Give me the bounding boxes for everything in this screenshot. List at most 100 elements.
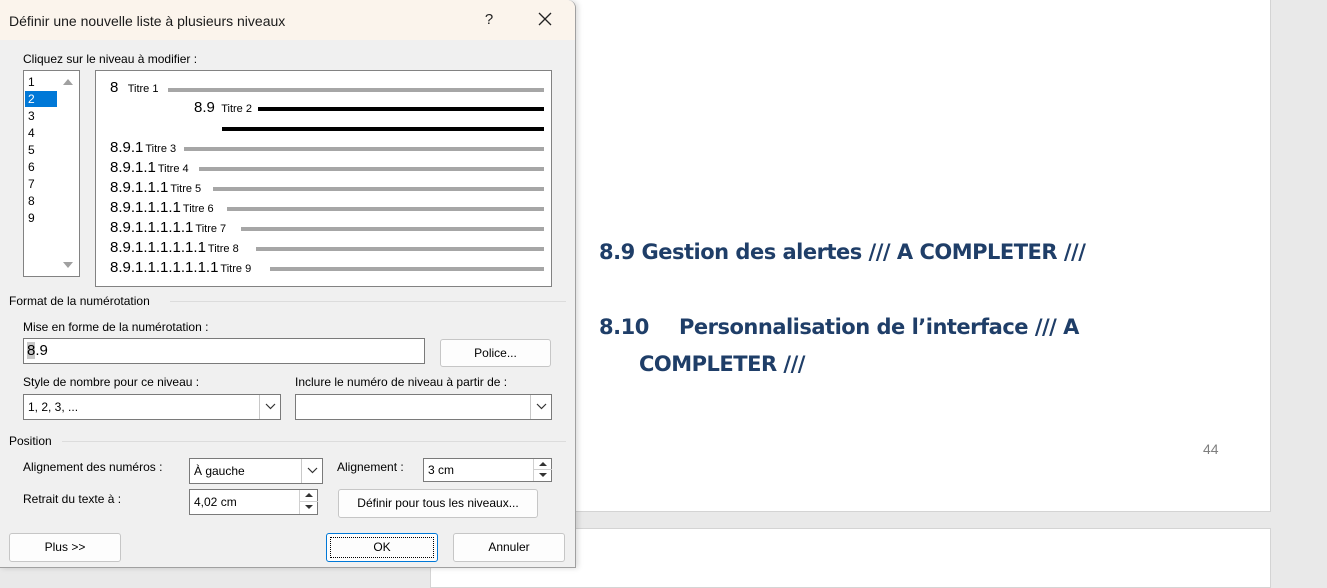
cancel-button[interactable]: Annuler: [453, 533, 565, 562]
preview-style-name: Titre 5: [170, 183, 202, 195]
include-level-select[interactable]: [295, 394, 552, 420]
include-level-label: Inclure le numéro de niveau à partir de …: [295, 375, 508, 389]
preview-row-4: 8.9.1.1 Titre 4: [110, 159, 189, 176]
heading-gestion-alertes[interactable]: 8.9 Gestion des alertes /// A COMPLETER …: [599, 240, 1086, 264]
chevron-down-icon: [536, 403, 547, 410]
preview-line: [199, 167, 544, 171]
scroll-up-arrow-icon[interactable]: [63, 79, 73, 85]
preview-style-name: Titre 7: [195, 223, 227, 235]
number-style-label: Style de nombre pour ce niveau :: [23, 375, 200, 389]
page-number: 44: [1203, 441, 1219, 457]
level-item-8[interactable]: 8: [25, 193, 58, 209]
text-indent-value: 4,02 cm: [194, 495, 237, 509]
number-alignment-select[interactable]: À gauche: [189, 458, 323, 484]
preview-style-name: Titre 6: [182, 203, 214, 215]
position-section-title: Position: [9, 434, 52, 448]
level-item-3[interactable]: 3: [25, 108, 58, 124]
preview-row-2: 8.9 Titre 2: [194, 99, 252, 116]
preview-number: 8.9.1.1.1.1.1: [110, 219, 194, 236]
preview-number: 8.9: [194, 99, 215, 116]
level-item-2[interactable]: 2: [25, 91, 58, 107]
level-item-5[interactable]: 5: [25, 142, 58, 158]
preview-row-3: 8.9.1 Titre 3: [110, 139, 176, 156]
preview-row-8: 8.9.1.1.1.1.1.1 Titre 8: [110, 239, 239, 256]
font-button[interactable]: Police...: [440, 339, 551, 367]
number-alignment-value: À gauche: [194, 464, 245, 478]
preview-number: 8.9.1.1.1.1.1.1.1: [110, 259, 219, 276]
preview-row-5: 8.9.1.1.1 Titre 5: [110, 179, 201, 196]
number-format-input[interactable]: 8.9: [23, 338, 425, 364]
preview-line-selected: [258, 107, 544, 111]
preview-number: 8.9.1.1.1.1.1.1: [110, 239, 206, 256]
level-item-1[interactable]: 1: [25, 74, 58, 90]
alignment-label: Alignement :: [337, 460, 404, 474]
spin-up-icon[interactable]: [534, 459, 552, 470]
chevron-down-icon: [265, 403, 276, 410]
preview-number: 8.9.1.1: [110, 159, 156, 176]
format-section-title: Format de la numérotation: [9, 294, 150, 308]
more-button[interactable]: Plus >>: [9, 533, 121, 562]
alignment-spinner-buttons: [533, 459, 552, 481]
level-item-6[interactable]: 6: [25, 159, 58, 175]
ok-button[interactable]: OK: [326, 533, 438, 562]
chevron-down-icon: [307, 467, 318, 474]
text-indent-spinner-buttons: [299, 490, 318, 514]
spin-down-icon[interactable]: [534, 470, 552, 481]
text-indent-label: Retrait du texte à :: [23, 492, 122, 506]
preview-line: [270, 267, 544, 271]
scroll-down-arrow-icon[interactable]: [63, 262, 73, 268]
number-style-dropdown[interactable]: [259, 395, 280, 419]
preview-line: [184, 147, 544, 151]
preview-line-selected: [222, 127, 544, 131]
close-icon: [538, 12, 552, 26]
preview-style-name: Titre 4: [157, 163, 189, 175]
spin-down-icon[interactable]: [300, 502, 318, 514]
level-item-7[interactable]: 7: [25, 176, 58, 192]
preview-style-name: Titre 2: [221, 103, 252, 115]
help-button[interactable]: ?: [478, 8, 500, 32]
preview-number: 8: [110, 79, 119, 96]
multilevel-list-dialog: Définir une nouvelle liste à plusieurs n…: [0, 0, 576, 568]
level-prompt-label: Cliquez sur le niveau à modifier :: [23, 52, 198, 66]
dialog-title: Définir une nouvelle liste à plusieurs n…: [9, 13, 286, 29]
alignment-value: 3 cm: [428, 463, 455, 477]
level-list-scrollbar[interactable]: [57, 71, 79, 276]
number-format-text: .9: [35, 342, 48, 359]
format-label: Mise en forme de la numérotation :: [23, 320, 209, 334]
dialog-titlebar[interactable]: Définir une nouvelle liste à plusieurs n…: [0, 0, 575, 40]
preview-style-name: Titre 8: [207, 243, 239, 255]
text-indent-spinner[interactable]: 4,02 cm: [189, 489, 318, 515]
heading-number[interactable]: 8.10: [599, 315, 649, 339]
spin-up-icon[interactable]: [300, 490, 318, 502]
preview-line: [256, 247, 544, 251]
preview-row-1: 8 Titre 1: [110, 79, 158, 96]
alignment-spinner[interactable]: 3 cm: [423, 458, 552, 482]
preview-style-name: Titre 9: [220, 263, 252, 275]
preview-row-6: 8.9.1.1.1.1 Titre 6: [110, 199, 214, 216]
preview-line: [241, 227, 544, 231]
number-style-value: 1, 2, 3, ...: [28, 400, 79, 414]
preview-line: [227, 207, 544, 211]
number-alignment-dropdown[interactable]: [301, 459, 322, 483]
preview-row-9: 8.9.1.1.1.1.1.1.1 Titre 9: [110, 259, 251, 276]
section-divider: [62, 441, 566, 442]
preview-line: [213, 187, 544, 191]
level-preview: 8 Titre 1 8.9 Titre 2 8.9.1 Titre 3 8.9.1…: [95, 70, 552, 287]
heading-personnalisation[interactable]: Personnalisation de l’interface /// A: [679, 315, 1079, 339]
number-style-select[interactable]: 1, 2, 3, ...: [23, 394, 281, 420]
preview-style-name: Titre 3: [145, 143, 177, 155]
ok-button-label: OK: [373, 540, 391, 554]
section-divider: [170, 301, 566, 302]
preview-number: 8.9.1.1.1.1: [110, 199, 181, 216]
set-all-levels-button[interactable]: Définir pour tous les niveaux...: [338, 489, 538, 518]
preview-number: 8.9.1.1.1: [110, 179, 169, 196]
heading-personnalisation-continued[interactable]: COMPLETER ///: [639, 352, 805, 376]
level-item-4[interactable]: 4: [25, 125, 58, 141]
level-item-9[interactable]: 9: [25, 210, 58, 226]
preview-number: 8.9.1: [110, 139, 144, 156]
preview-row-7: 8.9.1.1.1.1.1 Titre 7: [110, 219, 226, 236]
include-level-dropdown[interactable]: [530, 395, 551, 419]
level-list[interactable]: 1 2 3 4 5 6 7 8 9: [23, 70, 80, 277]
close-button[interactable]: [530, 6, 560, 34]
preview-line: [168, 88, 544, 92]
